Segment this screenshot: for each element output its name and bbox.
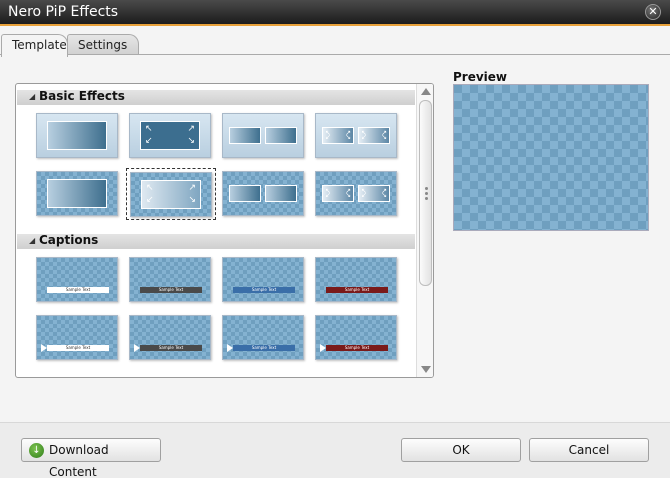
grip-dot — [425, 197, 428, 200]
thumbnail-image: Sample Text — [129, 315, 211, 360]
thumbnail-image — [222, 113, 304, 158]
effect-thumbnail[interactable]: ↖ ↗ ↙ ↘ — [126, 110, 216, 162]
caption-sample-text: Sample Text — [233, 345, 295, 351]
corner-arrow-icon: ↗ — [188, 183, 196, 193]
template-list: ◢ Basic Effects ◢ Captions ↖ ↗ ↙ ↘ ↖ ↗ ↙ ↘ ↖ ↗ ↙ ↘ ↖… — [15, 83, 434, 378]
thumbnail-image: ↖ ↗ ↙ ↘ — [130, 172, 212, 217]
thumbnail-image: Sample Text — [129, 257, 211, 302]
caption-thumbnail[interactable]: Sample Text — [312, 254, 402, 306]
pip-frame — [229, 127, 261, 144]
effect-thumbnail[interactable] — [33, 168, 123, 220]
corner-arrow-icon: ↖ — [146, 183, 154, 193]
scrollbar-thumb[interactable] — [419, 100, 432, 286]
corner-arrow-icon: ↙ — [325, 133, 331, 141]
pip-frame — [265, 127, 297, 144]
template-list-content: ◢ Basic Effects ◢ Captions ↖ ↗ ↙ ↘ ↖ ↗ ↙ ↘ ↖ ↗ ↙ ↘ ↖… — [16, 84, 416, 377]
corner-arrow-icon: ↙ — [361, 191, 367, 199]
nero-pip-effects-window: Nero PiP Effects ✕ Template Settings ◢ B… — [0, 0, 670, 478]
caption-sample-text: Sample Text — [47, 287, 109, 293]
thumbnail-image — [36, 171, 118, 216]
effect-thumbnail[interactable]: ↖ ↗ ↙ ↘ ↖ ↗ ↙ ↘ — [312, 110, 402, 162]
pip-frame — [47, 121, 107, 150]
pip-frame: ↖ ↗ ↙ ↘ — [358, 185, 390, 202]
caption-sample-text: Sample Text — [47, 345, 109, 351]
caption-thumbnail[interactable]: Sample Text — [219, 254, 309, 306]
thumbnail-image — [222, 171, 304, 216]
tab-template[interactable]: Template — [1, 34, 68, 57]
thumbnail-image: ↖ ↗ ↙ ↘ ↖ ↗ ↙ ↘ — [315, 171, 397, 216]
caption-thumbnail[interactable]: Sample Text — [219, 312, 309, 364]
caption-thumbnail[interactable]: Sample Text — [33, 254, 123, 306]
thumbnail-image: Sample Text — [36, 315, 118, 360]
effect-thumbnail[interactable]: ↖ ↗ ↙ ↘ — [126, 168, 216, 220]
download-content-label: Download Content — [49, 443, 109, 478]
pip-frame: ↖ ↗ ↙ ↘ — [322, 185, 354, 202]
ok-button[interactable]: OK — [401, 438, 521, 462]
caption-thumbnail[interactable]: Sample Text — [126, 312, 216, 364]
caption-sample-text: Sample Text — [140, 345, 202, 351]
section-label: Basic Effects — [39, 89, 125, 103]
thumbnail-image: Sample Text — [36, 257, 118, 302]
tab-settings[interactable]: Settings — [67, 34, 139, 56]
collapse-triangle-icon[interactable]: ◢ — [29, 92, 35, 101]
window-title: Nero PiP Effects — [8, 4, 119, 20]
pip-frame — [47, 179, 107, 208]
corner-arrow-icon: ↘ — [187, 136, 195, 146]
caption-sample-text: Sample Text — [326, 287, 388, 293]
pip-frame: ↖ ↗ ↙ ↘ — [358, 127, 390, 144]
scroll-up-arrow-icon[interactable] — [421, 88, 431, 95]
download-icon: ↓ — [29, 443, 44, 458]
preview-canvas — [453, 84, 649, 231]
corner-arrow-icon: ↘ — [345, 191, 351, 199]
corner-arrow-icon: ↙ — [325, 191, 331, 199]
pip-frame — [229, 185, 261, 202]
thumbnail-image — [36, 113, 118, 158]
grip-dot — [425, 187, 428, 190]
section-header-captions[interactable]: ◢ Captions — [17, 233, 415, 249]
caption-thumbnail[interactable]: Sample Text — [33, 312, 123, 364]
thumbnail-image: Sample Text — [222, 257, 304, 302]
pip-frame: ↖ ↗ ↙ ↘ — [322, 127, 354, 144]
caption-thumbnail[interactable]: Sample Text — [312, 312, 402, 364]
corner-arrow-icon: ↘ — [381, 191, 387, 199]
pip-frame — [265, 185, 297, 202]
effect-thumbnail[interactable] — [219, 168, 309, 220]
effect-thumbnail[interactable]: ↖ ↗ ↙ ↘ ↖ ↗ ↙ ↘ — [312, 168, 402, 220]
effect-thumbnail[interactable] — [219, 110, 309, 162]
preview-label: Preview — [453, 70, 508, 84]
caption-sample-text: Sample Text — [140, 287, 202, 293]
dialog-footer: ↓ Download Content OK Cancel — [0, 422, 670, 478]
pip-frame: ↖ ↗ ↙ ↘ — [140, 121, 200, 150]
caption-sample-text: Sample Text — [233, 287, 295, 293]
thumbnail-image: ↖ ↗ ↙ ↘ ↖ ↗ ↙ ↘ — [315, 113, 397, 158]
thumbnail-image: Sample Text — [315, 257, 397, 302]
section-label: Captions — [39, 233, 99, 247]
corner-arrow-icon: ↘ — [188, 195, 196, 205]
effect-thumbnail[interactable] — [33, 110, 123, 162]
corner-arrow-icon: ↗ — [187, 124, 195, 134]
pip-frame: ↖ ↗ ↙ ↘ — [141, 180, 201, 209]
caption-thumbnail[interactable]: Sample Text — [126, 254, 216, 306]
corner-arrow-icon: ↘ — [381, 133, 387, 141]
title-bar: Nero PiP Effects ✕ — [0, 0, 670, 26]
vertical-scrollbar[interactable] — [416, 84, 433, 377]
corner-arrow-icon: ↙ — [146, 195, 154, 205]
cancel-button[interactable]: Cancel — [529, 438, 649, 462]
collapse-triangle-icon[interactable]: ◢ — [29, 236, 35, 245]
corner-arrow-icon: ↙ — [145, 136, 153, 146]
download-content-button[interactable]: ↓ Download Content — [21, 438, 161, 478]
section-header-basic-effects[interactable]: ◢ Basic Effects — [17, 89, 415, 105]
corner-arrow-icon: ↘ — [345, 133, 351, 141]
scroll-down-arrow-icon[interactable] — [421, 366, 431, 373]
caption-sample-text: Sample Text — [326, 345, 388, 351]
thumbnail-image: Sample Text — [315, 315, 397, 360]
thumbnail-image: Sample Text — [222, 315, 304, 360]
thumbnail-image: ↖ ↗ ↙ ↘ — [129, 113, 211, 158]
tab-strip: Template Settings — [0, 28, 670, 57]
corner-arrow-icon: ↙ — [361, 133, 367, 141]
close-icon[interactable]: ✕ — [645, 4, 661, 20]
corner-arrow-icon: ↖ — [145, 124, 153, 134]
grip-dot — [425, 192, 428, 195]
